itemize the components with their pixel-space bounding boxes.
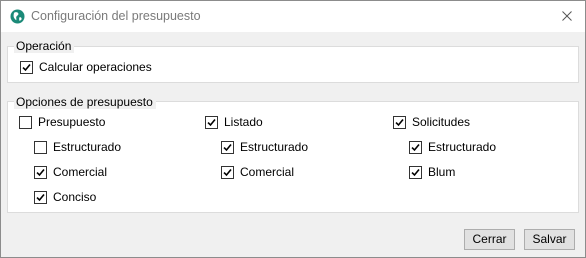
salvar-button[interactable]: Salvar [524, 229, 575, 250]
checkmark-icon [411, 168, 420, 176]
solicitudes-blum-label: Blum [428, 165, 456, 179]
title-bar: Configuración del presupuesto [1, 1, 585, 32]
solicitudes-estructurado-checkbox[interactable]: Estructurado [409, 140, 496, 154]
checkbox-box [19, 115, 32, 129]
checkmark-icon [36, 193, 45, 201]
checkmark-icon [223, 168, 232, 176]
checkbox-box [34, 140, 47, 154]
opciones-legend: Opciones de presupuesto [14, 95, 156, 109]
listado-comercial-label: Comercial [240, 165, 295, 179]
checkmark-icon [223, 143, 232, 151]
presupuesto-conciso-label: Conciso [53, 190, 97, 204]
listado-label: Listado [224, 115, 263, 129]
checkmark-icon [22, 63, 31, 71]
dialog-window: Configuración del presupuesto Operación … [0, 0, 586, 258]
solicitudes-estructurado-label: Estructurado [428, 140, 497, 154]
listado-checkbox[interactable]: Listado [205, 115, 263, 129]
solicitudes-label: Solicitudes [412, 115, 471, 129]
calcular-operaciones-label: Calcular operaciones [39, 60, 152, 74]
operacion-legend: Operación [14, 39, 75, 53]
checkmark-icon [36, 168, 45, 176]
cerrar-button[interactable]: Cerrar [464, 229, 515, 250]
checkbox-box [409, 140, 422, 154]
window-title: Configuración del presupuesto [31, 9, 201, 23]
presupuesto-label: Presupuesto [38, 115, 106, 129]
solicitudes-blum-checkbox[interactable]: Blum [409, 165, 455, 179]
calcular-operaciones-checkbox[interactable]: Calcular operaciones [20, 60, 152, 74]
checkbox-box [34, 165, 47, 179]
listado-estructurado-label: Estructurado [240, 140, 309, 154]
presupuesto-conciso-checkbox[interactable]: Conciso [34, 190, 96, 204]
presupuesto-comercial-label: Comercial [53, 165, 108, 179]
close-icon [562, 11, 572, 21]
presupuesto-comercial-checkbox[interactable]: Comercial [34, 165, 107, 179]
solicitudes-checkbox[interactable]: Solicitudes [393, 115, 470, 129]
listado-estructurado-checkbox[interactable]: Estructurado [221, 140, 308, 154]
app-globe-icon [10, 9, 25, 24]
checkmark-icon [411, 143, 420, 151]
checkbox-box [221, 165, 234, 179]
listado-comercial-checkbox[interactable]: Comercial [221, 165, 294, 179]
checkbox-box [34, 190, 47, 204]
checkbox-box [221, 140, 234, 154]
close-button[interactable] [554, 5, 580, 27]
checkbox-box [409, 165, 422, 179]
checkbox-box [393, 115, 406, 129]
checkbox-box [205, 115, 218, 129]
checkbox-box [20, 60, 33, 74]
presupuesto-estructurado-label: Estructurado [53, 140, 122, 154]
checkmark-icon [395, 118, 404, 126]
checkmark-icon [207, 118, 216, 126]
presupuesto-estructurado-checkbox[interactable]: Estructurado [34, 140, 121, 154]
presupuesto-checkbox[interactable]: Presupuesto [19, 115, 105, 129]
